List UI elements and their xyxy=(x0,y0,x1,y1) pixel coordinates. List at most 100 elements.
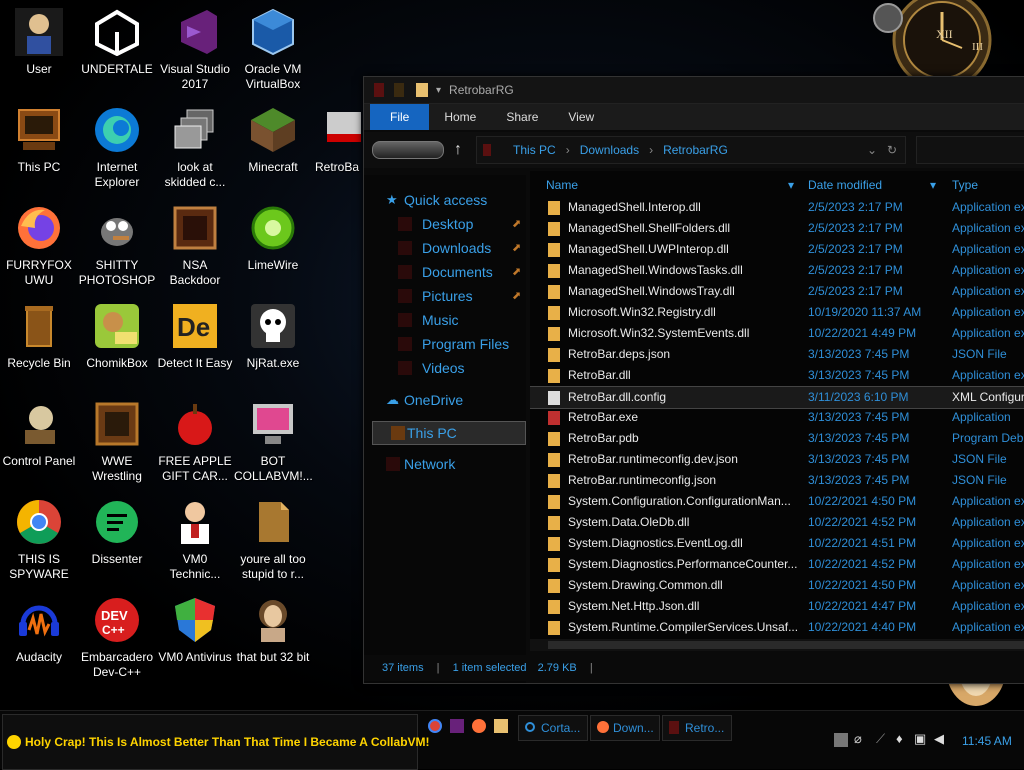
desktop-icon-audacity[interactable]: Audacity xyxy=(0,596,78,694)
desktop-icon-limewire[interactable]: LimeWire xyxy=(234,204,312,302)
horizontal-scrollbar[interactable] xyxy=(530,639,1024,651)
desktop-icon-virtualbox[interactable]: Oracle VM VirtualBox xyxy=(234,8,312,106)
nav-documents[interactable]: Documents ⬈ xyxy=(364,261,526,283)
refresh-icon[interactable]: ↻ xyxy=(887,143,897,157)
chevron-down-icon[interactable]: ⌄ xyxy=(867,143,877,157)
desktop-icon-user[interactable]: User xyxy=(0,8,78,106)
desktop-icon-shitty-photoshop[interactable]: SHITTY PHOTOSHOP xyxy=(78,204,156,302)
desktop-icon-recycle-bin[interactable]: Recycle Bin xyxy=(0,302,78,400)
nav-downloads[interactable]: Downloads ⬈ xyxy=(364,237,526,259)
desktop-icon-internet-explorer[interactable]: Internet Explorer xyxy=(78,106,156,204)
desktop-icon-this-pc[interactable]: This PC xyxy=(0,106,78,204)
desktop-icon-wwe[interactable]: WWE Wrestling xyxy=(78,400,156,498)
tab-home[interactable]: Home xyxy=(429,104,491,130)
search-box[interactable] xyxy=(916,136,1024,164)
desktop-icon-vm0-technician[interactable]: VM0 Technic... xyxy=(156,498,234,596)
desktop-icon-control-panel[interactable]: Control Panel xyxy=(0,400,78,498)
nav-program-files[interactable]: Program Files xyxy=(364,333,526,355)
file-row[interactable]: System.Runtime.CompilerServices.Unsaf...… xyxy=(530,617,1024,638)
file-row[interactable]: System.Data.OleDb.dll 10/22/2021 4:52 PM A… xyxy=(530,512,1024,533)
scrollbar-thumb[interactable] xyxy=(548,641,1024,649)
desktop-icon-vm0-antivirus[interactable]: VM0 Antivirus xyxy=(156,596,234,694)
usb-icon[interactable]: ⟋ xyxy=(876,731,885,747)
file-row[interactable]: Microsoft.Win32.SystemEvents.dll 10/22/20… xyxy=(530,323,1024,344)
quicklaunch-firefox-icon[interactable] xyxy=(472,719,486,733)
tab-share[interactable]: Share xyxy=(491,104,553,130)
breadcrumb-downloads[interactable]: Downloads xyxy=(580,143,639,157)
nav-quick-access[interactable]: ★ Quick access xyxy=(352,189,514,211)
svg-text:DEV: DEV xyxy=(101,608,128,623)
address-bar[interactable]: This PC › Downloads › RetrobarRG ⌄ ↻ xyxy=(476,136,906,164)
tray-app-icon[interactable] xyxy=(834,733,848,747)
desktop-icon-youre-all-too-stupid[interactable]: youre all too stupid to r... xyxy=(234,498,312,596)
file-row[interactable]: RetroBar.pdb 3/13/2023 7:45 PM Program Deb… xyxy=(530,428,1024,449)
start-button[interactable]: Holy Crap! This Is Almost Better Than Th… xyxy=(2,714,430,770)
desktop-icon-free-apple[interactable]: FREE APPLE GIFT CAR... xyxy=(156,400,234,498)
up-arrow-icon[interactable]: ↑ xyxy=(454,141,462,159)
file-row[interactable]: ManagedShell.WindowsTasks.dll 2/5/2023 2:… xyxy=(530,260,1024,281)
desktop-icon-furryfox[interactable]: FURRYFOX UWU xyxy=(0,204,78,302)
qat-dropdown-icon[interactable]: ▾ xyxy=(436,85,441,96)
nav-music[interactable]: Music xyxy=(364,309,526,331)
file-row[interactable]: RetroBar.runtimeconfig.dev.json 3/13/2023… xyxy=(530,449,1024,470)
droplet-icon[interactable]: ♦ xyxy=(896,731,903,746)
file-row[interactable]: ManagedShell.UWPInterop.dll 2/5/2023 2:17… xyxy=(530,239,1024,260)
quicklaunch-visual-studio-icon[interactable] xyxy=(450,719,464,733)
desktop-icon-njrat[interactable]: NjRat.exe xyxy=(234,302,312,400)
network-off-icon[interactable]: ⌀ xyxy=(854,731,862,747)
network-icon[interactable]: ▣ xyxy=(914,731,926,747)
nav-pictures[interactable]: Pictures ⬈ xyxy=(364,285,526,307)
back-forward-button[interactable] xyxy=(372,141,445,159)
desktop-icon-chrome[interactable]: THIS IS SPYWARE xyxy=(0,498,78,596)
dissenter-icon xyxy=(93,498,141,546)
volume-icon[interactable]: ◀ xyxy=(934,731,944,747)
tab-view[interactable]: View xyxy=(553,104,609,130)
file-row[interactable]: System.Drawing.Common.dll 10/22/2021 4:50… xyxy=(530,575,1024,596)
desktop-icon-dissenter[interactable]: Dissenter xyxy=(78,498,156,596)
desktop-icon-skidded[interactable]: look at skidded c... xyxy=(156,106,234,204)
title-bar[interactable]: ▾ RetrobarRG xyxy=(364,77,1024,104)
file-row[interactable]: RetroBar.runtimeconfig.json 3/13/2023 7:4… xyxy=(530,470,1024,491)
column-header-type[interactable]: Type xyxy=(952,175,978,195)
nav-desktop[interactable]: Desktop ⬈ xyxy=(364,213,526,235)
column-filter-chevron-icon[interactable]: ▾ xyxy=(930,175,936,195)
desktop-icon-undertale[interactable]: UNDERTALE xyxy=(78,8,156,106)
quicklaunch-chrome-icon[interactable] xyxy=(428,719,442,733)
file-row[interactable]: ManagedShell.Interop.dll 2/5/2023 2:17 PM… xyxy=(530,197,1024,218)
file-row[interactable]: ManagedShell.ShellFolders.dll 2/5/2023 2:… xyxy=(530,218,1024,239)
taskbar-button-downloads[interactable]: Down... xyxy=(590,715,660,741)
desktop-icon-nsa-backdoor[interactable]: NSA Backdoor xyxy=(156,204,234,302)
breadcrumb-retrobarrg[interactable]: RetrobarRG xyxy=(663,143,728,157)
file-row[interactable]: System.Configuration.ConfigurationMan...… xyxy=(530,491,1024,512)
file-row[interactable]: RetroBar.dll.config 3/11/2023 6:10 PM XML … xyxy=(530,386,1024,409)
breadcrumb-this-pc[interactable]: This PC xyxy=(513,143,556,157)
nav-onedrive[interactable]: ☁ OneDrive xyxy=(352,389,514,411)
file-explorer-window[interactable]: ▾ RetrobarRG File Home Share View ↑ This… xyxy=(363,76,1024,684)
file-row[interactable]: System.Diagnostics.EventLog.dll 10/22/202… xyxy=(530,533,1024,554)
column-header-date[interactable]: Date modified xyxy=(808,175,882,195)
nav-network[interactable]: Network xyxy=(352,453,514,475)
file-row[interactable]: System.Net.Http.Json.dll 10/22/2021 4:47 … xyxy=(530,596,1024,617)
tab-file[interactable]: File xyxy=(370,104,430,130)
desktop-icon-bot-collabvm[interactable]: BOT COLLABVM!... xyxy=(234,400,313,498)
quicklaunch-explorer-icon[interactable] xyxy=(494,719,508,733)
desktop-icon-visual-studio[interactable]: Visual Studio 2017 xyxy=(156,8,234,106)
nav-videos[interactable]: Videos xyxy=(364,357,526,379)
file-row[interactable]: ManagedShell.WindowsTray.dll 2/5/2023 2:1… xyxy=(530,281,1024,302)
desktop-icon-that-but-32-bit[interactable]: that but 32 bit xyxy=(234,596,312,694)
nav-this-pc[interactable]: This PC xyxy=(372,421,526,445)
column-sort-chevron-icon[interactable]: ▾ xyxy=(788,175,794,195)
desktop-icon-detect-it-easy[interactable]: De Detect It Easy xyxy=(156,302,234,400)
file-row[interactable]: System.Diagnostics.PerformanceCounter...… xyxy=(530,554,1024,575)
taskbar-button-cortana[interactable]: Corta... xyxy=(518,715,588,741)
file-row[interactable]: RetroBar.deps.json 3/13/2023 7:45 PM JSON … xyxy=(530,344,1024,365)
file-row[interactable]: RetroBar.dll 3/13/2023 7:45 PM Application… xyxy=(530,365,1024,386)
desktop-icon-chomikbox[interactable]: ChomikBox xyxy=(78,302,156,400)
desktop-icon-devcpp[interactable]: DEV C++ Embarcadero Dev-C++ xyxy=(78,596,156,694)
taskbar-button-retrobar[interactable]: Retro... xyxy=(662,715,732,741)
desktop-icon-minecraft[interactable]: Minecraft xyxy=(234,106,312,204)
file-row[interactable]: Microsoft.Win32.Registry.dll 10/19/2020 1… xyxy=(530,302,1024,323)
column-header-name[interactable]: Name xyxy=(546,175,578,195)
file-row[interactable]: RetroBar.exe 3/13/2023 7:45 PM Application xyxy=(530,407,1024,428)
clock[interactable]: 11:45 AM xyxy=(962,734,1012,748)
